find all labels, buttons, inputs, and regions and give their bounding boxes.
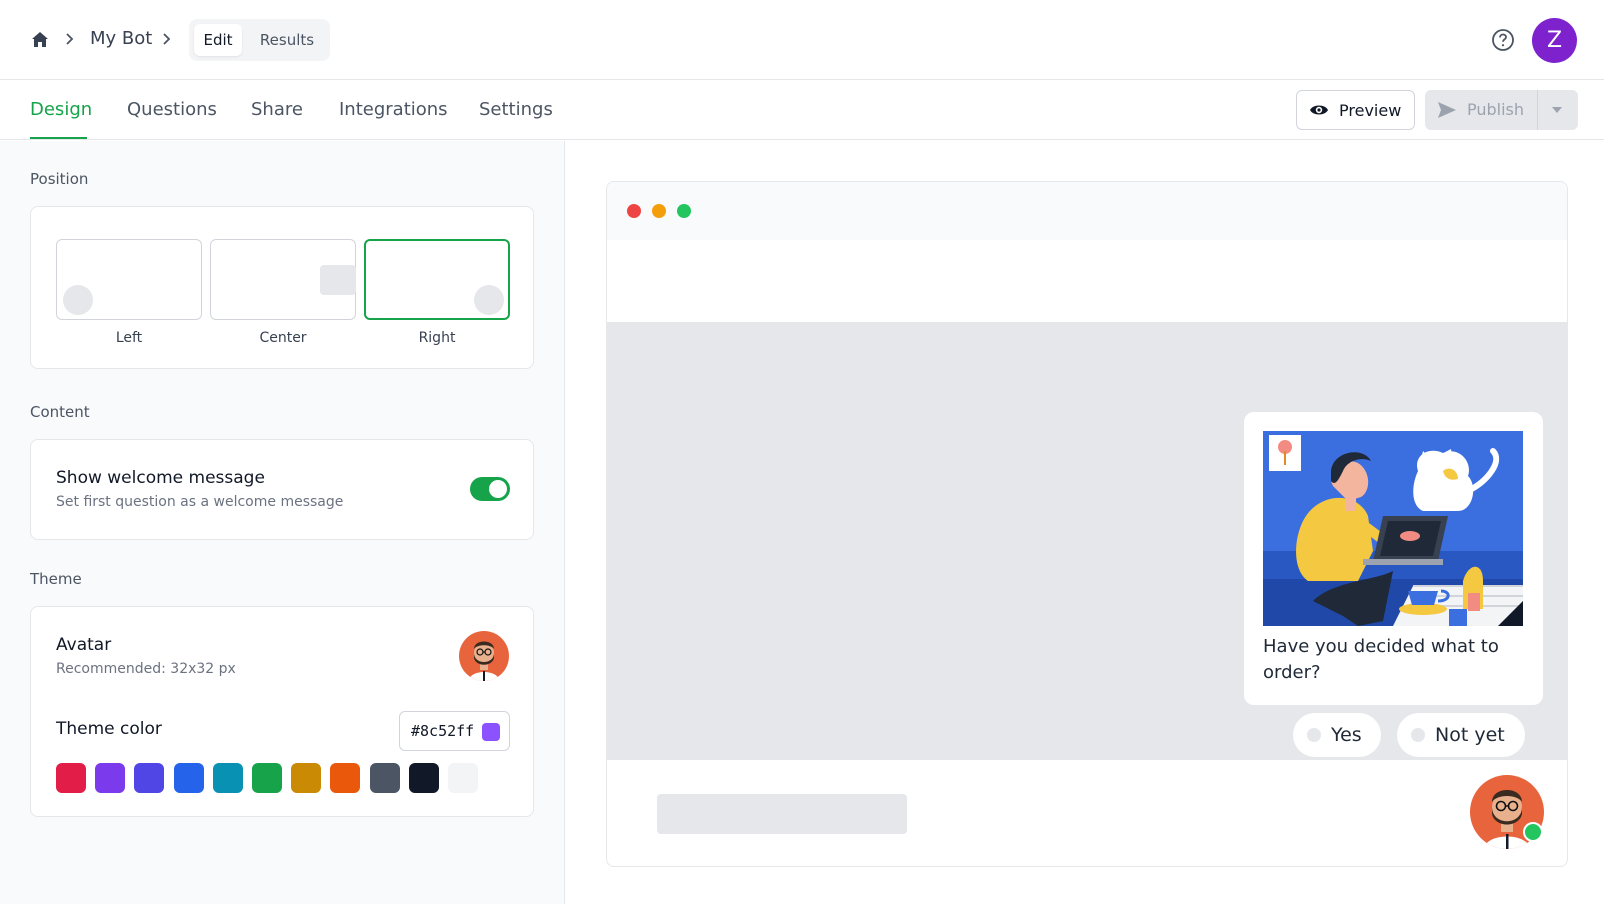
position-option-center[interactable] [210, 239, 356, 320]
design-settings-panel: Position Left Center Right Content Show … [0, 141, 565, 904]
tab-questions[interactable]: Questions [127, 99, 217, 120]
preview-label: Preview [1339, 101, 1402, 120]
avatar-title: Avatar [56, 635, 112, 655]
welcome-illustration [1263, 431, 1523, 626]
launcher-placeholder [474, 285, 504, 315]
help-icon[interactable] [1491, 28, 1515, 52]
toggle-knob [489, 480, 507, 498]
edit-mode-button[interactable]: Edit [194, 24, 242, 56]
theme-color-swatch[interactable] [252, 763, 282, 793]
position-label-left: Left [115, 330, 143, 346]
window-maximize-dot [677, 204, 691, 218]
answer-option-yes[interactable]: Yes [1293, 713, 1381, 757]
position-card: Left Center Right [30, 206, 534, 369]
launcher-placeholder [63, 285, 93, 315]
theme-color-input[interactable]: #8c52ff [399, 711, 510, 751]
results-mode-button[interactable]: Results [249, 24, 325, 56]
tab-share[interactable]: Share [251, 99, 303, 120]
window-close-dot [627, 204, 641, 218]
radio-icon [1307, 728, 1321, 742]
content-placeholder [657, 794, 907, 834]
breadcrumb-bot-name[interactable]: My Bot [90, 28, 152, 49]
theme-color-swatch[interactable] [173, 763, 204, 793]
tab-design[interactable]: Design [30, 99, 92, 120]
theme-color-swatch[interactable] [369, 763, 400, 793]
theme-color-swatch[interactable] [291, 763, 322, 793]
chat-message-card: Have you decided what to order? [1244, 412, 1543, 705]
position-label-right: Right [418, 330, 456, 346]
position-option-left[interactable] [56, 239, 202, 320]
bot-question-text: Have you decided what to order? [1263, 636, 1499, 683]
tab-integrations[interactable]: Integrations [339, 99, 448, 120]
chevron-right-icon [163, 33, 171, 45]
answer-option-not-yet[interactable]: Not yet [1397, 713, 1525, 757]
tab-settings[interactable]: Settings [479, 99, 553, 120]
home-icon[interactable] [30, 30, 50, 50]
active-tab-indicator [30, 137, 87, 139]
publish-label: Publish [1467, 100, 1525, 119]
eye-icon [1310, 105, 1328, 115]
avatar-subtitle: Recommended: 32x32 px [56, 661, 236, 677]
theme-color-title: Theme color [56, 719, 162, 739]
position-option-right[interactable] [364, 239, 510, 320]
position-section-label: Position [30, 170, 89, 188]
theme-color-swatch[interactable] [95, 763, 126, 793]
radio-icon [1411, 728, 1425, 742]
theme-color-swatch[interactable] [134, 763, 165, 793]
editor-tabs: Design Questions Share Integrations Sett… [0, 80, 1604, 140]
browser-chrome [607, 182, 1567, 240]
answer-label: Not yet [1435, 724, 1505, 746]
bot-avatar-upload[interactable] [459, 631, 509, 681]
theme-color-swatch[interactable] [56, 763, 86, 793]
caret-down-icon[interactable] [1551, 105, 1563, 115]
answer-label: Yes [1331, 724, 1362, 746]
theme-color-swatch[interactable] [212, 763, 243, 793]
theme-section-label: Theme [30, 570, 82, 588]
theme-color-swatch[interactable] [330, 763, 361, 793]
send-icon [1438, 102, 1456, 118]
user-avatar[interactable]: Z [1532, 18, 1577, 63]
launcher-placeholder [320, 265, 356, 295]
chat-launcher-avatar[interactable] [1469, 774, 1545, 850]
position-label-center: Center [259, 330, 307, 346]
mode-toggle: Edit Results [189, 19, 330, 61]
online-status-indicator [1523, 822, 1543, 842]
window-minimize-dot [652, 204, 666, 218]
chevron-right-icon [66, 33, 74, 45]
welcome-message-title: Show welcome message [56, 468, 265, 488]
theme-color-swatch[interactable] [408, 763, 439, 793]
preview-button[interactable]: Preview [1296, 90, 1415, 130]
theme-color-hex: #8c52ff [411, 722, 475, 740]
welcome-message-subtitle: Set first question as a welcome message [56, 494, 344, 510]
theme-card: Avatar Recommended: 32x32 px Theme color… [30, 606, 534, 817]
publish-button[interactable]: Publish [1425, 90, 1578, 130]
welcome-message-toggle[interactable] [470, 477, 510, 501]
theme-color-preview [482, 723, 500, 741]
button-divider [1537, 90, 1538, 130]
content-card: Show welcome message Set first question … [30, 439, 534, 540]
widget-preview-window: Have you decided what to order? Yes Not … [606, 181, 1568, 867]
top-bar: My Bot Edit Results Z [0, 0, 1604, 80]
content-section-label: Content [30, 403, 90, 421]
theme-color-swatch[interactable] [448, 763, 478, 793]
